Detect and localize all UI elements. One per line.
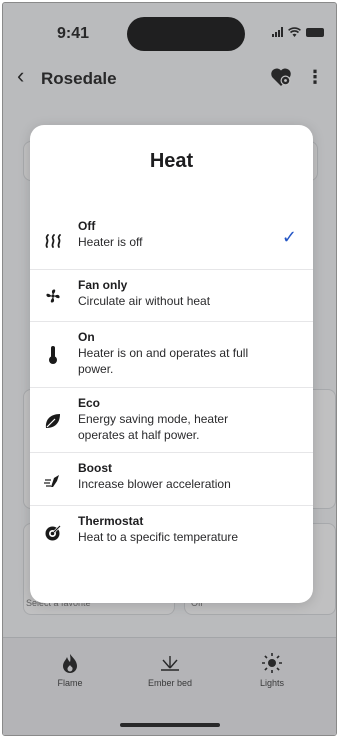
option-description: Increase blower acceleration xyxy=(78,477,231,491)
thermometer-icon xyxy=(42,344,64,366)
heat-waves-icon xyxy=(42,230,64,252)
option-boost[interactable]: Boost Increase blower acceleration xyxy=(30,452,313,505)
option-name: Fan only xyxy=(78,278,128,292)
boost-icon xyxy=(42,469,64,491)
option-description: Heater is off xyxy=(78,235,143,249)
option-description: Heat to a specific temperature xyxy=(78,530,239,544)
option-name: Thermostat xyxy=(78,514,144,528)
option-eco[interactable]: Eco Energy saving mode, heater operates … xyxy=(30,387,313,452)
option-name: Off xyxy=(78,219,96,233)
option-name: On xyxy=(78,330,95,344)
fan-icon xyxy=(42,285,64,307)
option-off[interactable]: Off Heater is off ✓ xyxy=(30,211,313,269)
heat-mode-dialog: Heat Off Heater is off ✓ Fan only Circul… xyxy=(30,125,313,603)
check-icon: ✓ xyxy=(281,227,297,247)
option-name: Boost xyxy=(78,461,112,475)
option-description: Circulate air without heat xyxy=(78,294,211,308)
option-description: Energy saving mode, heater operates at h… xyxy=(78,412,229,442)
leaf-icon xyxy=(42,410,64,432)
option-name: Eco xyxy=(78,396,101,410)
option-on[interactable]: On Heater is on and operates at full pow… xyxy=(30,321,313,387)
dialog-title: Heat xyxy=(149,150,194,172)
heat-options-list: Off Heater is off ✓ Fan only Circulate a… xyxy=(30,211,313,559)
option-thermostat[interactable]: Thermostat Heat to a specific temperatur… xyxy=(30,505,313,559)
option-description: Heater is on and operates at full power. xyxy=(78,346,249,376)
thermostat-icon xyxy=(42,522,64,544)
option-fan-only[interactable]: Fan only Circulate air without heat xyxy=(30,269,313,321)
phone-screen: 9:41 ‹ Rosedale ⋮ Select a favorite Off … xyxy=(2,2,337,736)
